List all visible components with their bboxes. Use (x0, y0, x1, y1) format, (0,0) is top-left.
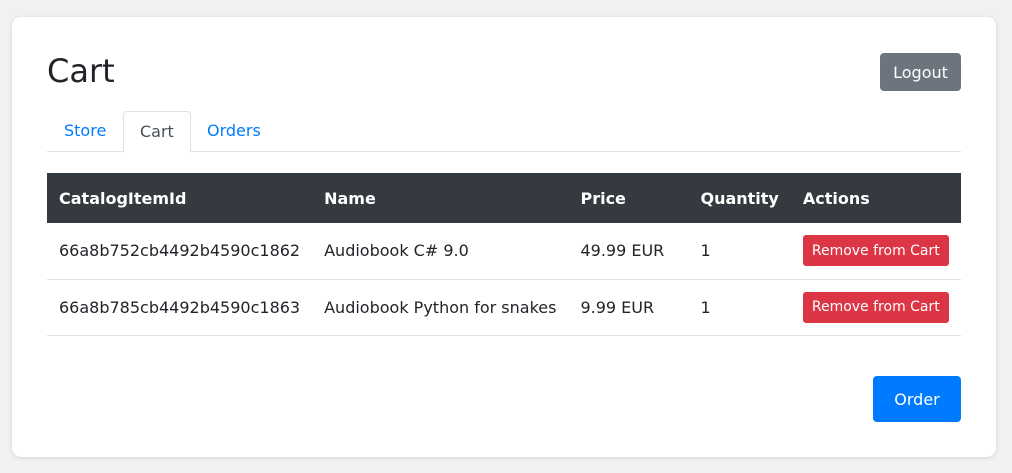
column-header-name: Name (312, 173, 569, 223)
actions-cell: Remove from Cart (790, 223, 961, 280)
order-button[interactable]: Order (873, 376, 961, 422)
item-quantity-cell: 1 (688, 279, 791, 336)
catalog-item-id-cell: 66a8b752cb4492b4590c1862 (47, 223, 313, 280)
item-price-cell: 9.99 EUR (568, 279, 689, 336)
table-header-row: CatalogItemId Name Price Quantity Action… (47, 173, 961, 223)
page-title: Cart (47, 52, 115, 90)
cart-table: CatalogItemId Name Price Quantity Action… (47, 173, 961, 336)
tab-cart[interactable]: Cart (123, 111, 191, 153)
item-price-cell: 49.99 EUR (568, 223, 689, 280)
table-row: 66a8b785cb4492b4590c1863 Audiobook Pytho… (47, 279, 961, 336)
remove-from-cart-button[interactable]: Remove from Cart (802, 291, 949, 323)
column-header-quantity: Quantity (688, 173, 791, 223)
tab-store[interactable]: Store (48, 111, 123, 153)
tab-orders[interactable]: Orders (191, 111, 278, 153)
catalog-item-id-cell: 66a8b785cb4492b4590c1863 (47, 279, 313, 336)
column-header-price: Price (568, 173, 689, 223)
column-header-catalog-item-id: CatalogItemId (47, 173, 313, 223)
item-name-cell: Audiobook C# 9.0 (312, 223, 569, 280)
cart-card: Cart Logout Store Cart Orders CatalogIte… (12, 17, 996, 457)
actions-cell: Remove from Cart (790, 279, 961, 336)
remove-from-cart-button[interactable]: Remove from Cart (802, 235, 949, 267)
table-row: 66a8b752cb4492b4590c1862 Audiobook C# 9.… (47, 223, 961, 280)
column-header-actions: Actions (790, 173, 961, 223)
item-name-cell: Audiobook Python for snakes (312, 279, 569, 336)
item-quantity-cell: 1 (688, 223, 791, 280)
logout-button[interactable]: Logout (880, 53, 961, 91)
nav-tabs: Store Cart Orders (47, 111, 961, 153)
